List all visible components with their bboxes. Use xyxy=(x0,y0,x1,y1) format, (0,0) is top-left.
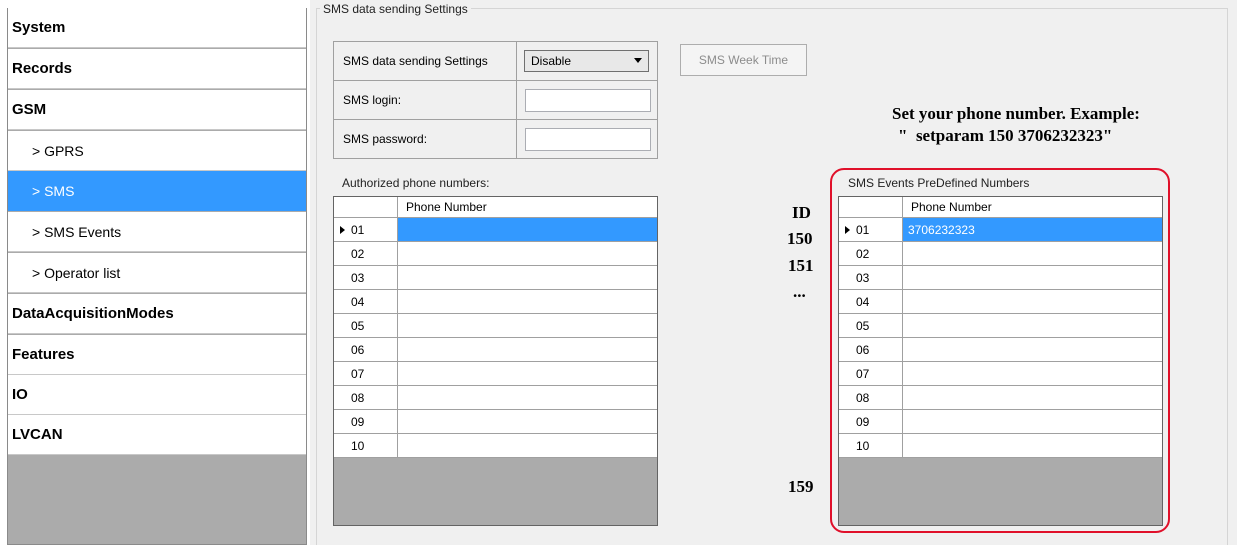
nav-item-operator-list[interactable]: > Operator list xyxy=(8,253,306,293)
groupbox-title: SMS data sending Settings xyxy=(320,2,471,16)
phone-number-cell[interactable] xyxy=(398,266,657,289)
highlight-box xyxy=(830,168,1170,533)
authorized-numbers-caption: Authorized phone numbers: xyxy=(342,176,490,190)
row-header[interactable]: 02 xyxy=(334,242,398,265)
nav-item-gsm[interactable]: GSM xyxy=(8,90,306,130)
sms-week-time-button[interactable]: SMS Week Time xyxy=(680,44,807,76)
table-row[interactable]: 05 xyxy=(334,314,657,338)
row-header[interactable]: 06 xyxy=(334,338,398,361)
instruction-line-1: Set your phone number. Example: xyxy=(892,104,1140,123)
row-id: 05 xyxy=(351,318,365,333)
row-header[interactable]: 01 xyxy=(334,218,398,241)
login-input[interactable] xyxy=(525,89,651,112)
phone-number-cell[interactable] xyxy=(398,218,657,241)
chevron-down-icon xyxy=(634,58,642,63)
id-ellipsis: ... xyxy=(793,282,806,301)
sidebar-empty-area xyxy=(8,455,306,544)
row-id: 03 xyxy=(351,270,365,285)
table-row[interactable]: 08 xyxy=(334,386,657,410)
sending-settings-dropdown[interactable]: Disable xyxy=(524,50,649,72)
phone-number-cell[interactable] xyxy=(398,410,657,433)
nav-item-records[interactable]: Records xyxy=(8,49,306,89)
row-header[interactable]: 04 xyxy=(334,290,398,313)
table-row[interactable]: 02 xyxy=(334,242,657,266)
nav-label: > Operator list xyxy=(32,264,121,281)
settings-row-password: SMS password: xyxy=(334,120,657,158)
nav-label: IO xyxy=(12,386,28,403)
phone-number-cell[interactable] xyxy=(398,290,657,313)
nav-item-sms-events[interactable]: > SMS Events xyxy=(8,212,306,252)
grid-corner xyxy=(334,197,398,217)
row-header[interactable]: 09 xyxy=(334,410,398,433)
login-label: SMS login: xyxy=(334,81,517,119)
row-id: 02 xyxy=(351,246,365,261)
sending-settings-label: SMS data sending Settings xyxy=(334,42,517,80)
id-header-label: ID xyxy=(792,203,811,222)
phone-number-cell[interactable] xyxy=(398,338,657,361)
row-id: 09 xyxy=(351,414,365,429)
row-id: 07 xyxy=(351,366,365,381)
row-header[interactable]: 03 xyxy=(334,266,398,289)
row-id: 01 xyxy=(351,222,365,237)
row-header[interactable]: 07 xyxy=(334,362,398,385)
settings-row-sending: SMS data sending Settings Disable xyxy=(334,42,657,81)
nav-label: > GPRS xyxy=(32,142,84,159)
nav-item-system[interactable]: System xyxy=(8,8,306,48)
navigation-sidebar: System Records GSM > GPRS > SMS > SMS Ev… xyxy=(7,8,307,545)
phone-number-cell[interactable] xyxy=(398,314,657,337)
id-second-label: 151 xyxy=(788,256,814,275)
instruction-line-2: " setparam 150 3706232323" xyxy=(898,126,1113,145)
dropdown-value: Disable xyxy=(531,54,572,68)
table-row[interactable]: 06 xyxy=(334,338,657,362)
phone-number-cell[interactable] xyxy=(398,386,657,409)
nav-item-gprs[interactable]: > GPRS xyxy=(8,131,306,171)
row-header[interactable]: 05 xyxy=(334,314,398,337)
row-id: 08 xyxy=(351,390,365,405)
authorized-numbers-grid: Phone Number 01 02 03 04 05 06 07 08 09 10 xyxy=(333,196,658,526)
nav-label: System xyxy=(12,19,66,36)
nav-label: DataAcquisitionModes xyxy=(12,305,174,322)
table-row[interactable]: 09 xyxy=(334,410,657,434)
id-first-label: 150 xyxy=(787,229,813,248)
id-last-label: 159 xyxy=(788,477,814,496)
password-label: SMS password: xyxy=(334,120,517,158)
current-row-pointer-icon xyxy=(340,226,345,234)
phone-number-cell[interactable] xyxy=(398,434,657,457)
sms-settings-table: SMS data sending Settings Disable SMS lo… xyxy=(333,41,658,159)
table-row[interactable]: 04 xyxy=(334,290,657,314)
grid-header: Phone Number xyxy=(334,197,657,218)
phone-number-cell[interactable] xyxy=(398,362,657,385)
nav-item-data-acquisition-modes[interactable]: DataAcquisitionModes xyxy=(8,294,306,334)
table-row[interactable]: 01 xyxy=(334,218,657,242)
nav-label: Records xyxy=(12,60,73,77)
settings-row-login: SMS login: xyxy=(334,81,657,120)
nav-item-sms[interactable]: > SMS xyxy=(8,171,306,211)
nav-label: GSM xyxy=(12,101,47,118)
nav-label: Features xyxy=(12,346,75,363)
table-row[interactable]: 03 xyxy=(334,266,657,290)
password-input[interactable] xyxy=(525,128,651,151)
nav-item-lvcan[interactable]: LVCAN xyxy=(8,415,306,455)
table-row[interactable]: 10 xyxy=(334,434,657,458)
nav-label: > SMS Events xyxy=(32,223,122,240)
nav-item-io[interactable]: IO xyxy=(8,375,306,415)
nav-item-features[interactable]: Features xyxy=(8,335,306,375)
row-id: 04 xyxy=(351,294,365,309)
phone-number-cell[interactable] xyxy=(398,242,657,265)
nav-label: > SMS xyxy=(32,182,75,199)
row-id: 10 xyxy=(351,438,365,453)
row-header[interactable]: 10 xyxy=(334,434,398,457)
row-header[interactable]: 08 xyxy=(334,386,398,409)
row-id: 06 xyxy=(351,342,365,357)
nav-label: LVCAN xyxy=(12,426,63,443)
table-row[interactable]: 07 xyxy=(334,362,657,386)
column-header-phone-number[interactable]: Phone Number xyxy=(406,200,487,214)
